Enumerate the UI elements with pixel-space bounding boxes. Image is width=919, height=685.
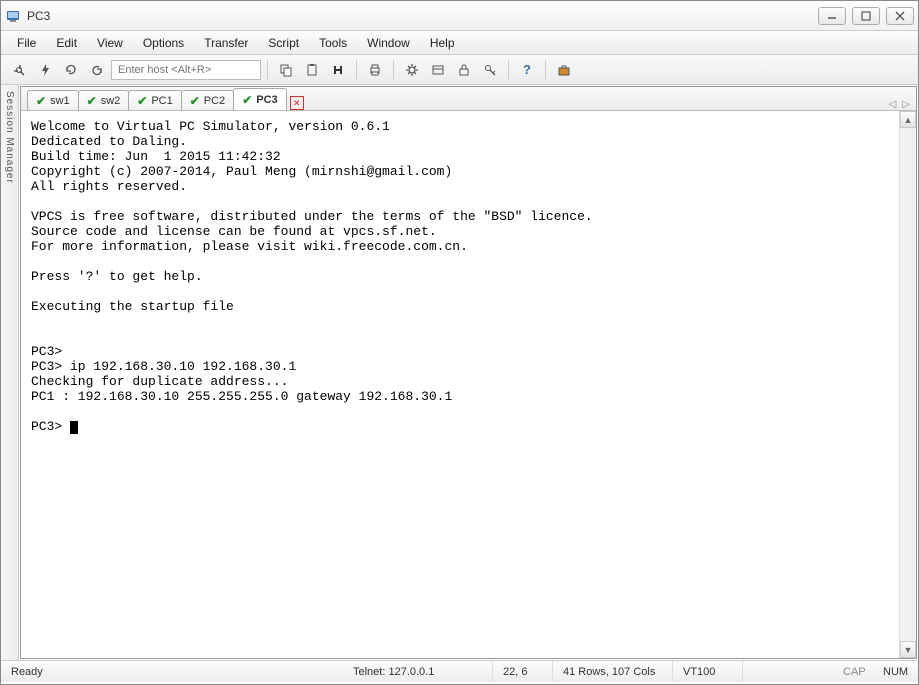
tab-label: sw1 (50, 95, 70, 107)
copy-icon[interactable] (274, 58, 298, 82)
print-icon[interactable] (363, 58, 387, 82)
menu-tools[interactable]: Tools (311, 33, 355, 53)
terminal[interactable]: Welcome to Virtual PC Simulator, version… (21, 111, 916, 658)
help-icon[interactable]: ? (515, 58, 539, 82)
window-controls (818, 7, 914, 25)
check-icon: ✔ (137, 94, 147, 108)
check-icon: ✔ (242, 93, 252, 107)
tabs-bar: ✔ sw1 ✔ sw2 ✔ PC1 ✔ PC2 ✔ PC3 ✕ ◁ ▷ (21, 87, 916, 111)
tab-pc2[interactable]: ✔ PC2 (181, 90, 234, 110)
check-icon: ✔ (87, 94, 97, 108)
tab-nav: ◁ ▷ (889, 99, 910, 110)
status-ready: Ready (1, 661, 343, 682)
app-icon (5, 8, 21, 24)
tab-label: sw2 (101, 95, 121, 107)
disconnect-icon[interactable] (85, 58, 109, 82)
quick-connect-icon[interactable] (33, 58, 57, 82)
status-capslock: CAP (833, 661, 873, 682)
status-bar: Ready Telnet: 127.0.0.1 22, 6 41 Rows, 1… (1, 660, 918, 682)
status-size: 41 Rows, 107 Cols (553, 661, 673, 682)
window-title: PC3 (27, 9, 50, 23)
status-connection: Telnet: 127.0.0.1 (343, 661, 493, 682)
menu-options[interactable]: Options (135, 33, 192, 53)
check-icon: ✔ (36, 94, 46, 108)
tab-prev-icon[interactable]: ◁ (889, 99, 897, 110)
maximize-button[interactable] (852, 7, 880, 25)
menu-script[interactable]: Script (260, 33, 307, 53)
terminal-output: Welcome to Virtual PC Simulator, version… (21, 111, 899, 658)
paste-icon[interactable] (300, 58, 324, 82)
tab-label: PC2 (204, 95, 225, 107)
menu-bar: FileEditViewOptionsTransferScriptToolsWi… (1, 31, 918, 55)
tab-close-button[interactable]: ✕ (290, 96, 304, 110)
tab-next-icon[interactable]: ▷ (902, 99, 910, 110)
side-panel-label: Session Manager (4, 91, 15, 184)
toolbar: ? (1, 55, 918, 85)
menu-edit[interactable]: Edit (48, 33, 85, 53)
status-numlock: NUM (873, 661, 918, 682)
scroll-down-icon[interactable]: ▼ (900, 641, 916, 658)
sessions-icon[interactable] (426, 58, 450, 82)
find-icon[interactable] (326, 58, 350, 82)
reconnect-icon[interactable] (59, 58, 83, 82)
tab-sw1[interactable]: ✔ sw1 (27, 90, 79, 110)
status-term-type: VT100 (673, 661, 743, 682)
menu-window[interactable]: Window (359, 33, 418, 53)
toolbox-icon[interactable] (552, 58, 576, 82)
status-cursor-pos: 22, 6 (493, 661, 553, 682)
tab-label: PC3 (256, 94, 277, 106)
minimize-button[interactable] (818, 7, 846, 25)
cursor (70, 421, 78, 434)
title-bar: PC3 (1, 1, 918, 31)
menu-view[interactable]: View (89, 33, 131, 53)
close-button[interactable] (886, 7, 914, 25)
lock-icon[interactable] (452, 58, 476, 82)
menu-file[interactable]: File (9, 33, 44, 53)
host-input[interactable] (111, 60, 261, 80)
tab-pc1[interactable]: ✔ PC1 (128, 90, 181, 110)
menu-help[interactable]: Help (422, 33, 463, 53)
separator (545, 60, 546, 80)
scroll-track[interactable] (900, 128, 916, 641)
tab-pc3[interactable]: ✔ PC3 (233, 88, 286, 110)
settings-icon[interactable] (400, 58, 424, 82)
separator (356, 60, 357, 80)
connect-icon[interactable] (7, 58, 31, 82)
separator (508, 60, 509, 80)
tab-label: PC1 (151, 95, 172, 107)
separator (393, 60, 394, 80)
menu-transfer[interactable]: Transfer (196, 33, 256, 53)
session-manager-panel[interactable]: Session Manager (1, 85, 19, 660)
separator (267, 60, 268, 80)
scrollbar[interactable]: ▲ ▼ (899, 111, 916, 658)
scroll-up-icon[interactable]: ▲ (900, 111, 916, 128)
key-icon[interactable] (478, 58, 502, 82)
check-icon: ✔ (190, 94, 200, 108)
tab-sw2[interactable]: ✔ sw2 (78, 90, 130, 110)
